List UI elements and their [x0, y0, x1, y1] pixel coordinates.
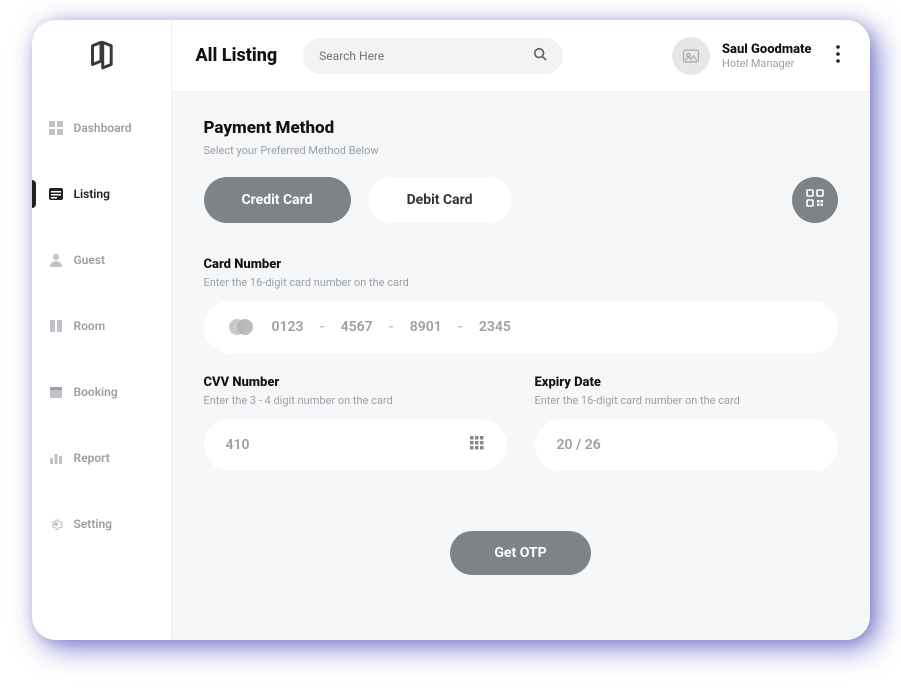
search-box[interactable]	[303, 38, 563, 74]
sidebar-item-label: Guest	[74, 253, 106, 267]
expiry-label: Expiry Date	[535, 375, 838, 390]
sidebar-nav: Dashboard Listing Guest Room	[32, 92, 171, 568]
card-group-2: 4567	[341, 319, 373, 335]
sidebar: Dashboard Listing Guest Room	[32, 20, 172, 640]
expiry-block: Expiry Date Enter the 16-digit card numb…	[535, 375, 838, 471]
sidebar-item-booking[interactable]: Booking	[32, 370, 171, 414]
dashboard-icon	[48, 120, 64, 136]
mastercard-icon	[226, 317, 256, 337]
sidebar-item-label: Report	[74, 451, 110, 465]
get-otp-button[interactable]: Get OTP	[450, 531, 590, 575]
sidebar-item-label: Room	[74, 319, 106, 333]
expiry-hint: Enter the 16-digit card number on the ca…	[535, 394, 838, 407]
cvv-input[interactable]: 410	[204, 419, 507, 471]
avatar	[672, 37, 710, 75]
logo	[32, 20, 171, 92]
sidebar-item-dashboard[interactable]: Dashboard	[32, 106, 171, 150]
card-number-hint: Enter the 16-digit card number on the ca…	[204, 276, 838, 289]
sidebar-item-label: Listing	[74, 187, 110, 201]
gear-icon	[48, 516, 64, 532]
sidebar-item-guest[interactable]: Guest	[32, 238, 171, 282]
expiry-value: 20 / 26	[557, 437, 601, 453]
card-group-4: 2345	[479, 319, 511, 335]
card-group-3: 8901	[410, 319, 442, 335]
card-number-block: Card Number Enter the 16-digit card numb…	[204, 257, 838, 353]
cvv-expiry-row: CVV Number Enter the 3 - 4 digit number …	[204, 375, 838, 493]
card-number-input[interactable]: 0123 - 4567 - 8901 - 2345	[204, 301, 838, 353]
sidebar-item-setting[interactable]: Setting	[32, 502, 171, 546]
guest-icon	[48, 252, 64, 268]
app-frame: Dashboard Listing Guest Room	[32, 20, 870, 640]
sidebar-item-listing[interactable]: Listing	[32, 172, 171, 216]
cvv-value: 410	[226, 437, 250, 453]
expiry-input[interactable]: 20 / 26	[535, 419, 838, 471]
card-number-label: Card Number	[204, 257, 838, 272]
user-name: Saul Goodmate	[722, 42, 812, 57]
debit-card-chip[interactable]: Debit Card	[369, 177, 511, 223]
room-icon	[48, 318, 64, 334]
cvv-hint: Enter the 3 - 4 digit number on the card	[204, 394, 507, 407]
user-role: Hotel Manager	[722, 57, 812, 70]
profile[interactable]: Saul Goodmate Hotel Manager	[672, 37, 812, 75]
more-icon[interactable]	[830, 39, 846, 73]
sidebar-item-label: Setting	[74, 517, 113, 531]
sidebar-item-room[interactable]: Room	[32, 304, 171, 348]
payment-title: Payment Method	[204, 118, 838, 138]
topbar: All Listing Saul Goodmate Hotel Manager	[172, 20, 870, 92]
search-icon	[533, 46, 547, 65]
sidebar-item-report[interactable]: Report	[32, 436, 171, 480]
qr-icon	[805, 188, 825, 212]
booking-icon	[48, 384, 64, 400]
otp-row: Get OTP	[204, 531, 838, 575]
sidebar-item-label: Booking	[74, 385, 118, 399]
cvv-label: CVV Number	[204, 375, 507, 390]
payment-subtitle: Select your Preferred Method Below	[204, 144, 838, 157]
card-group-1: 0123	[272, 319, 304, 335]
listing-icon	[48, 186, 64, 202]
qr-button[interactable]	[792, 177, 838, 223]
cvv-block: CVV Number Enter the 3 - 4 digit number …	[204, 375, 507, 471]
content: Payment Method Select your Preferred Met…	[172, 92, 870, 640]
credit-card-chip[interactable]: Credit Card	[204, 177, 351, 223]
page-title: All Listing	[196, 45, 278, 66]
search-input[interactable]	[319, 49, 533, 63]
report-icon	[48, 450, 64, 466]
keypad-icon	[469, 435, 485, 455]
sidebar-item-label: Dashboard	[74, 121, 132, 135]
method-row: Credit Card Debit Card	[204, 177, 838, 223]
main-area: All Listing Saul Goodmate Hotel Manager	[172, 20, 870, 640]
